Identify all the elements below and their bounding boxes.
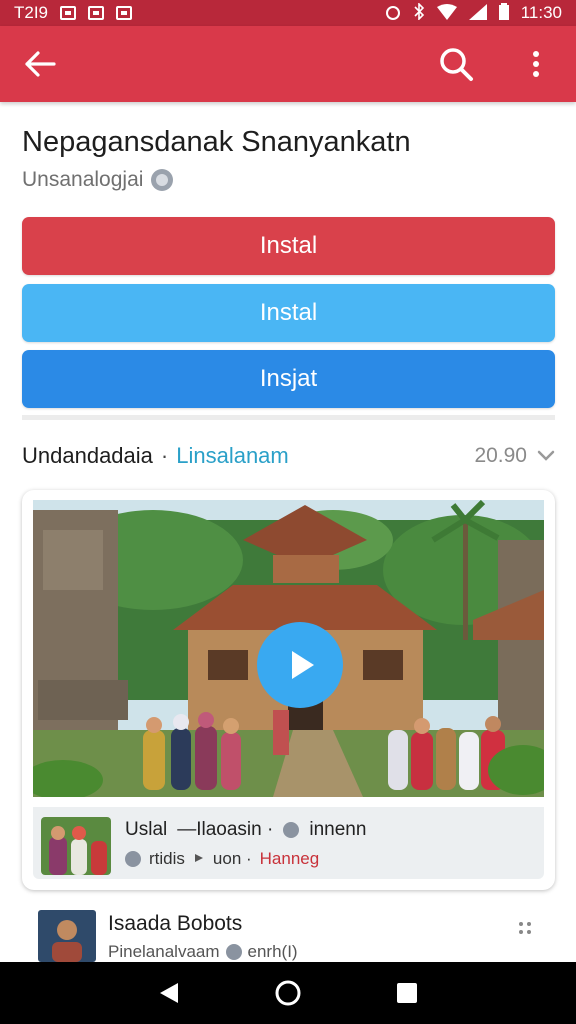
notification-icon xyxy=(60,6,77,20)
more-options-icon[interactable] xyxy=(515,918,535,938)
install-secondary-button[interactable]: Instal xyxy=(22,284,555,342)
more-vert-icon[interactable] xyxy=(516,44,556,84)
channel-icon xyxy=(283,822,300,838)
arrow-icon xyxy=(193,849,205,869)
back-arrow-icon[interactable] xyxy=(20,44,60,84)
meta-line-2: rtidis uon · Hanneg xyxy=(125,849,319,869)
section-separator: · xyxy=(160,443,169,468)
channel-icon xyxy=(225,944,242,960)
wifi-icon xyxy=(436,3,457,23)
nav-recents-icon[interactable] xyxy=(387,973,427,1013)
list-item-subtitle: Pinelanalvaam xyxy=(108,942,220,961)
views-icon xyxy=(125,851,141,867)
app-title: Nepagansdanak Snanyankatn xyxy=(22,126,411,158)
meta-part-2: —Ilaoasin · xyxy=(177,819,274,840)
list-item-title: Isaada Bobots xyxy=(108,912,243,935)
status-time-right: 11:30 xyxy=(520,3,562,22)
nav-back-icon[interactable] xyxy=(149,973,189,1013)
meta-part-3: innenn xyxy=(309,819,367,840)
install-button[interactable]: Instal xyxy=(22,217,555,275)
play-icon xyxy=(292,651,314,679)
play-button[interactable] xyxy=(257,622,343,708)
list-item[interactable]: Isaada Bobots Pinelanalvaam enrh(I) xyxy=(22,900,555,962)
status-right: 11:30 xyxy=(385,2,562,23)
alarm-icon xyxy=(385,4,401,23)
section-count-dropdown[interactable]: 20.90 xyxy=(474,444,555,468)
bluetooth-icon xyxy=(413,2,425,23)
section-title: Undandadaia xyxy=(22,443,153,468)
nav-bar xyxy=(0,962,576,1024)
app-subtitle: Unsanalogjai xyxy=(22,168,144,191)
meta-sub-2: uon · xyxy=(212,849,252,868)
video-meta-bar: Uslal —Ilaoasin · innenn rtidis uon · Ha… xyxy=(33,807,544,879)
search-icon[interactable] xyxy=(436,44,476,84)
list-item-subtitle-row: Pinelanalvaam enrh(I) xyxy=(108,942,298,962)
nav-home-icon[interactable] xyxy=(268,973,308,1013)
status-time-left: T2I9 xyxy=(14,3,49,22)
section-header: Undandadaia · Linsalanam 20.90 xyxy=(22,440,555,472)
section-count: 20.90 xyxy=(474,444,527,467)
battery-icon xyxy=(498,3,509,23)
status-left: T2I9 xyxy=(14,3,133,23)
divider xyxy=(22,415,555,420)
list-item-avatar xyxy=(38,910,96,962)
meta-thumbnail xyxy=(41,817,111,875)
mail-icon xyxy=(88,6,105,20)
verified-icon xyxy=(151,169,174,191)
signal-icon xyxy=(468,3,487,23)
notification-icon xyxy=(116,6,133,20)
meta-title: Uslal xyxy=(125,819,168,840)
meta-sub-1: rtidis xyxy=(149,849,185,868)
app-bar xyxy=(0,26,576,102)
app-subtitle-row: Unsanalogjai xyxy=(22,168,174,192)
install-tertiary-button[interactable]: Insjat xyxy=(22,350,555,408)
video-card[interactable]: Uslal —Ilaoasin · innenn rtidis uon · Ha… xyxy=(22,490,555,890)
list-item-subtitle-2: enrh(I) xyxy=(247,942,298,961)
section-link[interactable]: Linsalanam xyxy=(176,443,289,469)
meta-link[interactable]: Hanneg xyxy=(260,849,320,869)
video-thumbnail[interactable] xyxy=(33,500,544,797)
status-bar: T2I9 11:30 xyxy=(0,0,576,26)
meta-line-1: Uslal —Ilaoasin · innenn xyxy=(125,819,366,841)
chevron-down-icon xyxy=(537,444,555,468)
